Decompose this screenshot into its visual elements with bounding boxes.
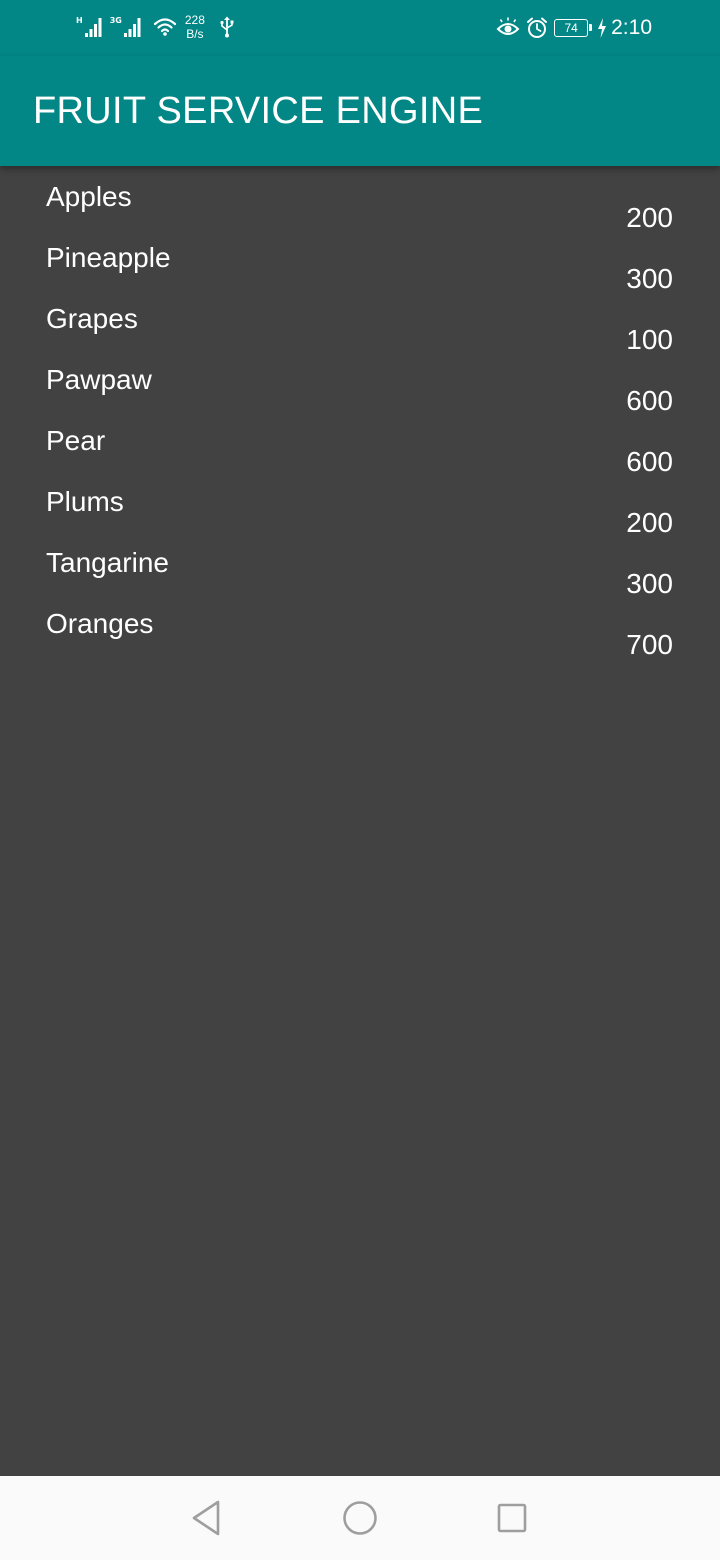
app-bar: FRUIT SERVICE ENGINE [0,56,720,166]
battery-icon: 74 [554,19,593,37]
network-speed-value: 228 [184,13,205,27]
navigation-bar [0,1476,720,1560]
list-item[interactable]: Oranges 700 [0,593,720,660]
back-icon [192,1500,220,1536]
network-speed: 228 B/s [185,13,205,41]
network-type-label: H [76,16,83,25]
fruit-name: Plums [46,486,124,517]
network-speed-unit: B/s [186,27,204,41]
list-item[interactable]: Pear 600 [0,410,720,477]
eye-icon [496,17,520,35]
list-item[interactable]: Pineapple 300 [0,227,720,294]
status-left-group: H 3G 228 B/s [76,12,235,42]
battery-level: 74 [564,21,578,35]
fruit-price: 700 [626,629,673,660]
list-item[interactable]: Apples 200 [0,166,720,233]
charging-icon [598,18,607,38]
recents-icon [497,1503,527,1533]
app-title: FRUIT SERVICE ENGINE [33,90,484,132]
usb-icon [220,16,234,38]
network-type-label: 3G [109,16,122,25]
signal-icon [84,18,102,37]
list-item[interactable]: Pawpaw 600 [0,349,720,416]
back-button[interactable] [186,1498,226,1538]
alarm-icon [527,17,548,38]
status-bar: H 3G 228 B/s 74 2:10 [0,0,720,56]
signal-icon [123,18,141,37]
status-time: 2:10 [611,16,652,39]
wifi-icon [153,18,176,36]
fruit-name: Pear [46,425,106,456]
recents-button[interactable] [492,1498,532,1538]
list-item[interactable]: Tangarine 300 [0,532,720,599]
fruit-name: Oranges [46,608,154,639]
network-indicator-2: 3G [110,16,143,38]
list-item[interactable]: Grapes 100 [0,288,720,355]
fruit-name: Grapes [46,303,138,334]
home-button[interactable] [340,1498,380,1538]
list-item[interactable]: Plums 200 [0,471,720,538]
fruit-list: Apples 200 Pineapple 300 Grapes 100 Pawp… [0,166,720,660]
home-icon [343,1501,377,1535]
fruit-name: Tangarine [46,547,169,578]
status-right-group: 74 2:10 [490,14,652,42]
network-indicator-1: H [76,16,104,38]
fruit-name: Pawpaw [46,364,152,395]
fruit-name: Apples [46,181,132,212]
fruit-name: Pineapple [46,242,171,273]
